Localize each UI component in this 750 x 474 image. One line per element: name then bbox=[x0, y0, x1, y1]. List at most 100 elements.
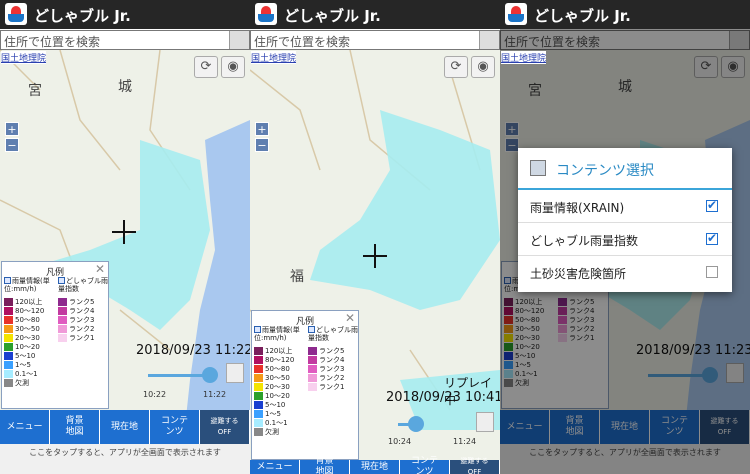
legend-rank-row: ランク3 bbox=[308, 365, 344, 374]
legend-dosha-header[interactable]: どしゃブル雨量指数 bbox=[308, 326, 358, 342]
visibility-eye-icon[interactable]: ◉ bbox=[471, 56, 495, 78]
zoom-in-button[interactable]: + bbox=[5, 122, 19, 136]
fullscreen-hint[interactable]: ここをタップすると、アプリが全画面で表示されます bbox=[0, 444, 250, 474]
time-slider-track[interactable] bbox=[148, 374, 210, 377]
legend-close-icon[interactable]: ✕ bbox=[345, 311, 355, 325]
background-map-button[interactable]: 背景 地図 bbox=[300, 456, 350, 474]
legend-rain-row: 30〜50 bbox=[254, 374, 294, 383]
legend-label: ランク1 bbox=[319, 383, 345, 391]
map-label-miya: 宮 bbox=[28, 83, 42, 99]
legend-label: ランク4 bbox=[69, 307, 95, 315]
map-label-fuku: 福 bbox=[290, 269, 304, 285]
map-attribution[interactable]: 国土地理院 bbox=[251, 51, 297, 64]
search-bar[interactable]: 住所で位置を検索 bbox=[0, 30, 250, 50]
search-icon[interactable] bbox=[229, 31, 249, 49]
timestamp: 2018/09/23 11:22 bbox=[136, 343, 250, 358]
checkbox-dosha[interactable] bbox=[706, 231, 718, 245]
legend-label: 120以上 bbox=[265, 347, 293, 355]
checkbox-landslide[interactable] bbox=[706, 266, 718, 278]
legend-dosha-header[interactable]: どしゃブル雨量指数 bbox=[58, 277, 108, 293]
legend-label: ランク3 bbox=[319, 365, 345, 373]
legend-panel: 凡例 ✕ 雨量情報(単位:mm/h) どしゃブル雨量指数 120以上 80〜120… bbox=[251, 310, 359, 460]
legend-label: 20〜30 bbox=[15, 334, 40, 342]
legend-label: 0.1〜1 bbox=[15, 370, 38, 378]
legend-label: 30〜50 bbox=[265, 374, 290, 382]
background-map-button[interactable]: 背景 地図 bbox=[50, 410, 100, 444]
legend-rain-list: 120以上 80〜120 50〜80 30〜50 20〜30 10〜20 5〜10 1〜5 0.… bbox=[4, 298, 44, 388]
legend-label: 5〜10 bbox=[15, 352, 36, 360]
pause-button[interactable] bbox=[476, 412, 494, 432]
legend-rain-row: 10〜20 bbox=[4, 343, 44, 352]
color-swatch bbox=[58, 316, 67, 324]
dialog-header: コンテンツ選択 bbox=[518, 148, 732, 190]
evacuate-toggle[interactable]: 避難する OFF bbox=[200, 410, 250, 444]
search-bar[interactable]: 住所で位置を検索 bbox=[250, 30, 500, 50]
legend-rain-header[interactable]: 雨量情報(単位:mm/h) bbox=[4, 277, 56, 293]
screen-panel-3: 宮 城 ⟳ ◉ + − 国土地理院 凡例 雨量情報(単位:mm/h) どしゃブル… bbox=[500, 0, 750, 474]
search-input[interactable]: 住所で位置を検索 bbox=[4, 33, 100, 50]
color-swatch bbox=[254, 428, 263, 436]
legend-close-icon[interactable]: ✕ bbox=[95, 262, 105, 276]
color-swatch bbox=[254, 347, 263, 355]
zoom-out-button[interactable]: − bbox=[255, 138, 269, 152]
legend-rain-row: 30〜50 bbox=[4, 325, 44, 334]
screen-panel-1: 宮 城 ⟳ ◉ + − 国土地理院 凡例 ✕ 雨量情報(単位:mm/h) どしゃ… bbox=[0, 0, 250, 474]
checkbox-xrain[interactable] bbox=[706, 198, 718, 212]
checkbox-icon bbox=[308, 326, 315, 333]
legend-rain-list: 120以上 80〜120 50〜80 30〜50 20〜30 10〜20 5〜10 1〜5 0.… bbox=[254, 347, 294, 437]
contents-button[interactable]: コンテ ンツ bbox=[400, 456, 450, 474]
dialog-item-xrain[interactable]: 雨量情報(XRAIN) bbox=[518, 190, 732, 223]
color-swatch bbox=[254, 356, 263, 364]
legend-rain-row: 50〜80 bbox=[4, 316, 44, 325]
color-swatch bbox=[4, 352, 13, 360]
color-swatch bbox=[254, 401, 263, 409]
zoom-in-button[interactable]: + bbox=[255, 122, 269, 136]
color-swatch bbox=[308, 383, 317, 391]
color-swatch bbox=[58, 325, 67, 333]
time-slider-handle[interactable] bbox=[202, 367, 218, 383]
legend-label: 1〜5 bbox=[265, 410, 281, 418]
visibility-eye-icon[interactable]: ◉ bbox=[221, 56, 245, 78]
color-swatch bbox=[58, 298, 67, 306]
legend-label: 80〜120 bbox=[15, 307, 45, 315]
current-location-button[interactable]: 現在地 bbox=[100, 410, 150, 444]
color-swatch bbox=[308, 374, 317, 382]
contents-button[interactable]: コンテ ンツ bbox=[150, 410, 200, 444]
legend-label: 50〜80 bbox=[265, 365, 290, 373]
color-swatch bbox=[4, 307, 13, 315]
search-input[interactable]: 住所で位置を検索 bbox=[254, 33, 350, 50]
zoom-out-button[interactable]: − bbox=[5, 138, 19, 152]
legend-rain-row: 50〜80 bbox=[254, 365, 294, 374]
color-swatch bbox=[254, 392, 263, 400]
legend-label: 欠測 bbox=[15, 379, 29, 387]
locate-button[interactable]: ⟳ bbox=[444, 56, 468, 78]
map-center-crosshair bbox=[112, 220, 136, 244]
legend-label: ランク1 bbox=[69, 334, 95, 342]
legend-label: 欠測 bbox=[265, 428, 279, 436]
dialog-title: コンテンツ選択 bbox=[556, 163, 654, 179]
map-center-crosshair bbox=[363, 244, 387, 268]
legend-rain-header[interactable]: 雨量情報(単位:mm/h) bbox=[254, 326, 306, 342]
app-bar: どしゃブル Jr. bbox=[500, 0, 750, 29]
color-swatch bbox=[4, 361, 13, 369]
current-location-button[interactable]: 現在地 bbox=[350, 460, 400, 474]
image-icon bbox=[530, 160, 546, 176]
dialog-item-landslide[interactable]: 土砂災害危険箇所 bbox=[518, 256, 732, 289]
dialog-item-dosha[interactable]: どしゃブル雨量指数 bbox=[518, 223, 732, 256]
search-icon[interactable] bbox=[479, 31, 499, 49]
color-swatch bbox=[254, 410, 263, 418]
color-swatch bbox=[4, 325, 13, 333]
menu-button[interactable]: メニュー bbox=[0, 410, 50, 444]
legend-rain-row: 欠測 bbox=[254, 428, 294, 437]
legend-rank-row: ランク5 bbox=[58, 298, 94, 307]
time-slider-handle[interactable] bbox=[408, 416, 424, 432]
legend-rank-row: ランク3 bbox=[58, 316, 94, 325]
legend-label: ランク3 bbox=[69, 316, 95, 324]
map-attribution[interactable]: 国土地理院 bbox=[1, 51, 47, 64]
legend-label: ランク2 bbox=[319, 374, 345, 382]
legend-label: 80〜120 bbox=[265, 356, 295, 364]
play-button[interactable] bbox=[226, 363, 244, 383]
locate-button[interactable]: ⟳ bbox=[194, 56, 218, 78]
menu-button[interactable]: メニュー bbox=[250, 460, 300, 474]
evacuate-toggle[interactable]: 避難する OFF bbox=[450, 457, 500, 474]
